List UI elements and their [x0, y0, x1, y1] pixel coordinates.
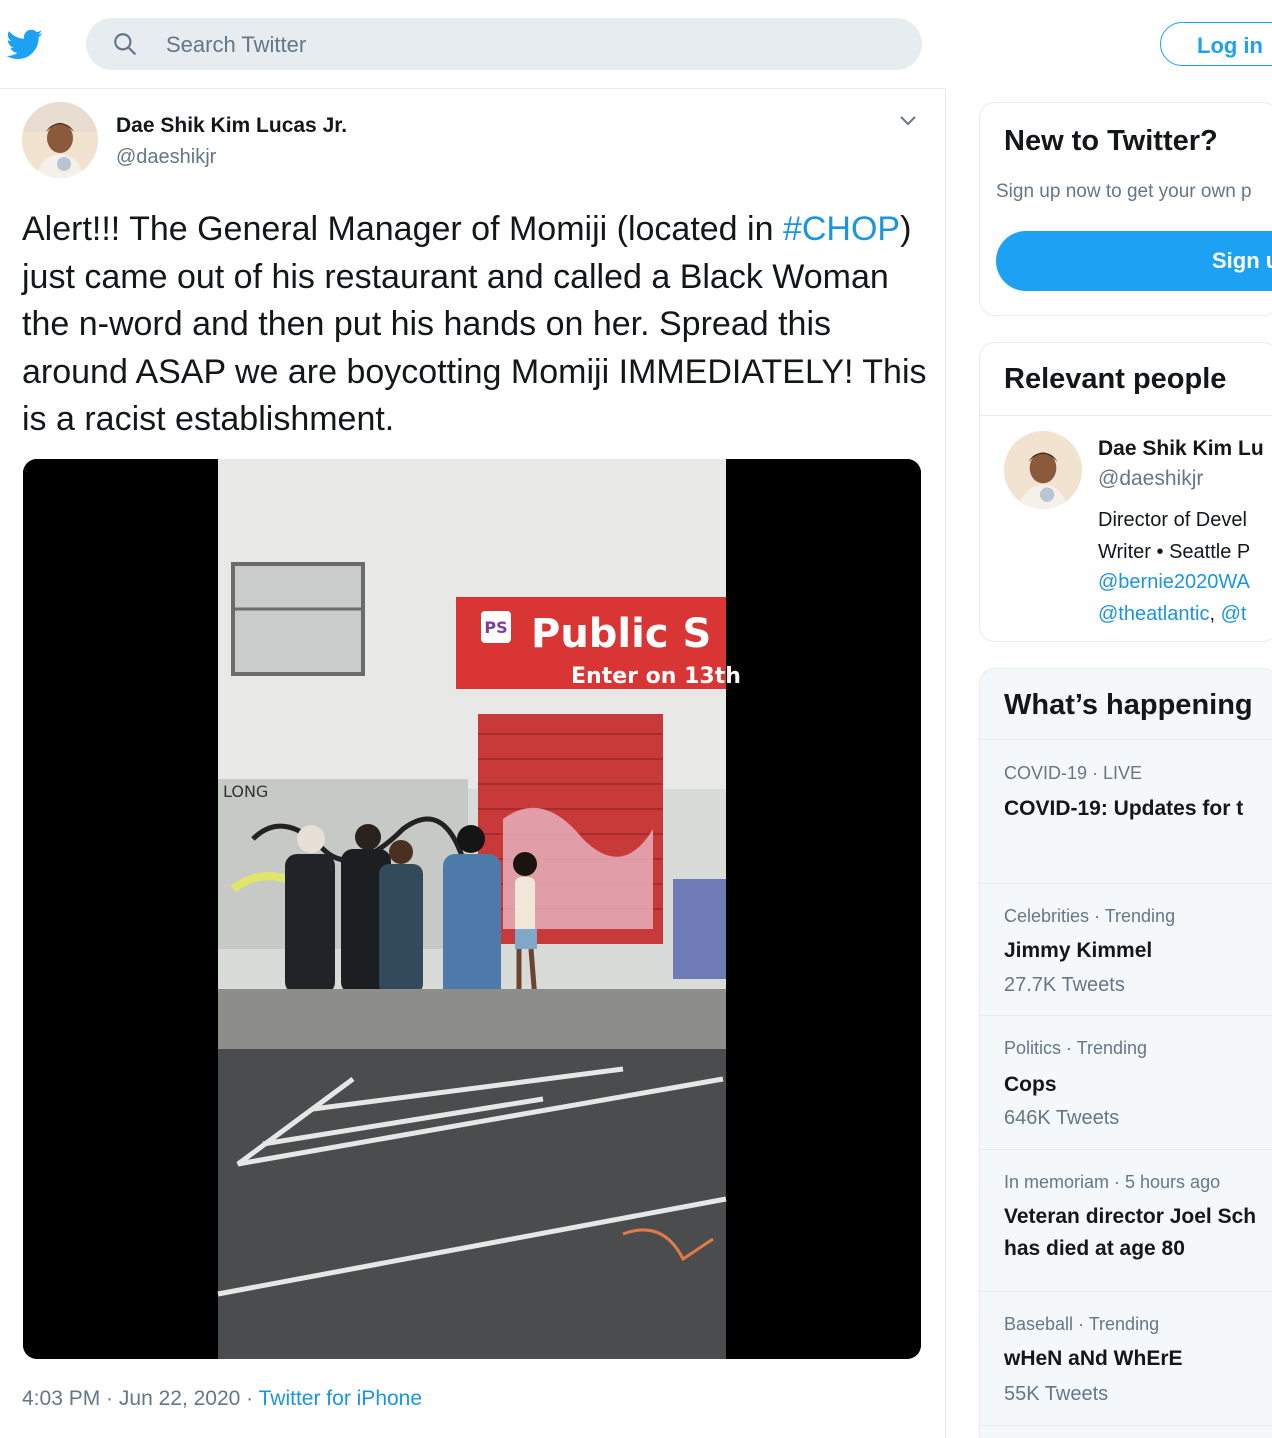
bio-mention-link[interactable]: @t [1221, 603, 1247, 625]
trend-count: 27.7K Tweets [1004, 974, 1125, 996]
top-bar: Search Twitter Log in [0, 0, 1272, 89]
trend-meta: Celebrities · Trending [1004, 906, 1176, 926]
person-bio-line: Director of Devel [1098, 509, 1247, 531]
trend-meta: In memoriam · 5 hours ago [1004, 1172, 1221, 1192]
trend-name-line2: has died at age 80 [1004, 1237, 1185, 1260]
tweet-meta: 4:03 PM · Jun 22, 2020 · Twitter for iPh… [22, 1387, 423, 1410]
new-to-twitter-card: New to Twitter? Sign up now to get your … [979, 102, 1272, 316]
login-label: Log in [1197, 33, 1263, 58]
wall-text: LONG [223, 782, 268, 801]
divider [980, 883, 1272, 884]
card-title: Relevant people [1004, 363, 1227, 395]
person-bio-line: @theatlantic, @t [1098, 603, 1246, 626]
trend-meta: COVID-19 · LIVE [1004, 763, 1143, 783]
avatar-image [1004, 431, 1082, 509]
trend-meta: Baseball · Trending [1004, 1314, 1160, 1334]
signup-button[interactable]: Sign u [996, 231, 1272, 291]
sign-subtitle: Enter on 13th [571, 664, 741, 689]
divider [980, 1015, 1272, 1016]
tweet-video[interactable]: PS Public S Enter on 13th LONG [23, 459, 921, 1359]
signup-label: Sign u [1212, 248, 1272, 273]
chevron-down-icon[interactable] [896, 108, 920, 132]
video-frame: PS Public S Enter on 13th LONG [23, 459, 921, 1359]
author-handle[interactable]: @daeshikjr [116, 146, 216, 169]
card-title: What’s happening [1004, 689, 1253, 721]
tweet-date[interactable]: Jun 22, 2020 [119, 1387, 240, 1410]
login-button[interactable]: Log in [1160, 22, 1272, 66]
search-bar[interactable]: Search Twitter [86, 18, 922, 70]
bio-mention-link[interactable]: @theatlantic [1098, 603, 1209, 625]
search-icon [114, 33, 136, 55]
bio-separator: , [1209, 603, 1221, 625]
trend-count: 55K Tweets [1004, 1383, 1109, 1405]
card-title: New to Twitter? [1004, 125, 1218, 157]
trend-count: 646K Tweets [1004, 1107, 1120, 1129]
trend-meta: Politics · Trending [1004, 1038, 1148, 1058]
person-bio-line: Writer • Seattle P [1098, 541, 1251, 563]
tweet-detail: Dae Shik Kim Lucas Jr. @daeshikjr Alert!… [0, 88, 946, 1438]
trend-name: Jimmy Kimmel [1004, 939, 1153, 962]
avatar[interactable] [1004, 431, 1082, 509]
relevant-people-card: Relevant people Dae Shik Kim Lu @daeshik… [979, 342, 1272, 642]
signup-subtitle: Sign up now to get your own p [996, 181, 1252, 202]
search-input[interactable]: Search Twitter [166, 32, 306, 58]
hashtag-link[interactable]: #CHOP [783, 210, 900, 248]
sidebar: New to Twitter? Sign up now to get your … [946, 88, 1272, 1438]
twitter-bird-icon[interactable] [4, 26, 46, 62]
person-name[interactable]: Dae Shik Kim Lu [1098, 437, 1264, 461]
divider [980, 1291, 1272, 1292]
sign-logo: PS [484, 618, 507, 637]
divider [980, 1425, 1272, 1426]
tweet-source-link[interactable]: Twitter for iPhone [259, 1387, 422, 1410]
trend-name: Veteran director Joel Sch [1004, 1205, 1257, 1228]
person-handle[interactable]: @daeshikjr [1098, 467, 1203, 491]
tweet-text: Alert!!! The General Manager of Momiji (… [22, 206, 932, 444]
whats-happening-card: What’s happening COVID-19 · LIVE COVID-1… [979, 668, 1272, 1438]
sign-title: Public S [531, 611, 711, 657]
avatar-image [22, 102, 98, 178]
divider [980, 415, 1272, 416]
author-name[interactable]: Dae Shik Kim Lucas Jr. [116, 114, 347, 138]
trend-name: wHeN aNd WhErE [1004, 1347, 1183, 1370]
trend-name: COVID-19: Updates for t [1004, 797, 1244, 820]
divider [980, 1149, 1272, 1150]
divider [980, 739, 1272, 740]
tweet-time[interactable]: 4:03 PM [22, 1387, 100, 1410]
avatar[interactable] [22, 102, 98, 178]
trend-name: Cops [1004, 1073, 1057, 1096]
bio-mention-link[interactable]: @bernie2020WA [1098, 571, 1250, 594]
tweet-text-part: Alert!!! The General Manager of Momiji (… [22, 210, 783, 248]
